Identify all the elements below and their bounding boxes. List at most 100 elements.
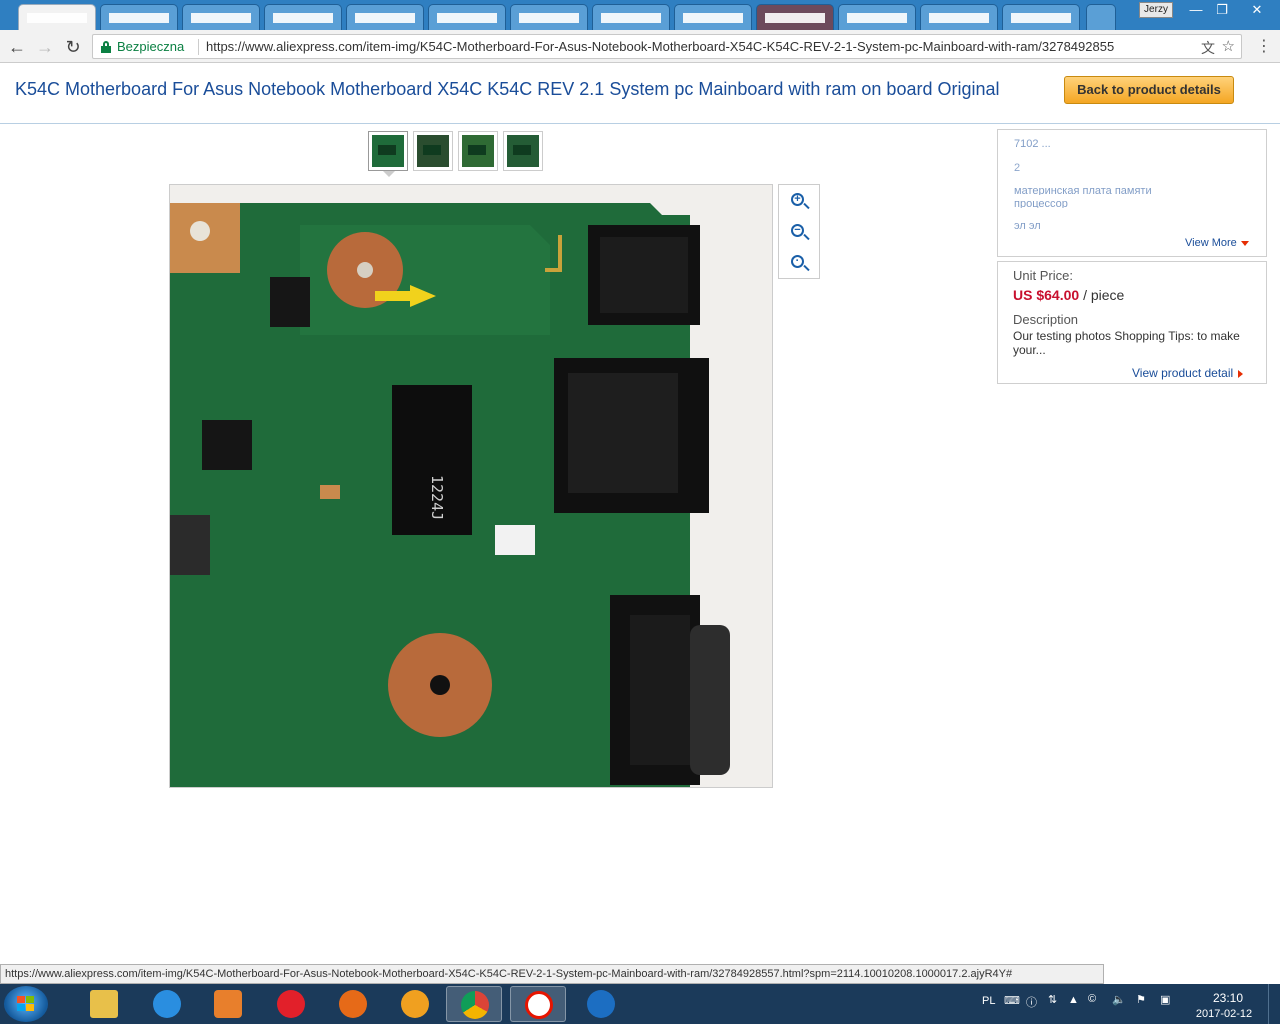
divider (198, 39, 199, 55)
browser-tab[interactable] (838, 4, 916, 30)
minimize-button[interactable]: — (1182, 0, 1210, 20)
reload-icon[interactable]: ↻ (62, 36, 84, 58)
caret-down-icon (1240, 240, 1249, 246)
browser-tab[interactable] (346, 4, 424, 30)
opera-icon[interactable] (263, 986, 319, 1022)
bookmark-star-icon[interactable]: ☆ (1222, 37, 1235, 55)
redacted-tab-title (929, 13, 989, 23)
forward-arrow-icon[interactable]: → (34, 36, 56, 58)
browser-tab[interactable] (100, 4, 178, 30)
secure-label: Bezpieczna (117, 39, 185, 54)
browser-tab[interactable] (510, 4, 588, 30)
view-more-link[interactable]: View More (1185, 237, 1249, 249)
volume-icon[interactable]: 🔈 (1112, 993, 1126, 1006)
spec-line: 7102 ... (1014, 138, 1051, 148)
thumbnail[interactable] (368, 131, 408, 171)
new-tab-button[interactable] (1086, 4, 1116, 30)
price-box: Unit Price: US $64.00 / piece Descriptio… (997, 261, 1267, 384)
caret-right-icon (1238, 369, 1244, 378)
divider (0, 123, 1280, 124)
back-to-product-button[interactable]: Back to product details (1064, 76, 1234, 104)
specs-box: 7102 ... 2 материнская плата памяти проц… (997, 129, 1267, 257)
browser-tab-strip: Jerzy — ❐ ✕ (0, 0, 1280, 30)
helm-app-icon[interactable] (387, 986, 443, 1022)
zoom-controls: + − · (778, 184, 820, 279)
close-window-button[interactable]: ✕ (1238, 0, 1276, 20)
redacted-tab-title (601, 13, 661, 23)
redacted-tab-title (519, 13, 579, 23)
description-text: Our testing photos Shopping Tips: to mak… (1013, 329, 1240, 357)
browser-tab[interactable] (182, 4, 260, 30)
browser-tab[interactable] (674, 4, 752, 30)
view-detail-label: View product detail (1132, 366, 1234, 380)
keyboard-icon[interactable]: ⌨ (1004, 994, 1020, 1007)
spec-line: материнская плата памяти (1014, 185, 1152, 195)
url-text[interactable]: https://www.aliexpress.com/item-img/K54C… (206, 39, 1191, 54)
network-icon[interactable]: ▣ (1160, 993, 1170, 1006)
redacted-tab-title (683, 13, 743, 23)
ccleaner-icon[interactable] (573, 986, 629, 1022)
browser-tab[interactable] (592, 4, 670, 30)
usb-icon[interactable]: ⇅ (1048, 993, 1057, 1006)
back-arrow-icon[interactable]: ← (6, 36, 28, 58)
view-product-detail-link[interactable]: View product detail (1132, 366, 1244, 380)
description-label: Description (1013, 312, 1079, 327)
view-more-label: View More (1185, 237, 1237, 249)
price-unit: / piece (1083, 287, 1125, 303)
spec-line: эл эл (1014, 220, 1041, 230)
taskbar: PL ⌨ ⓘ ⇅ ▲ © 🔈 ⚑ ▣ (0, 984, 1280, 1024)
selected-thumbnail-caret (383, 171, 395, 177)
zoom-in-icon[interactable]: + (788, 191, 812, 215)
language-indicator[interactable]: PL (982, 995, 995, 1007)
thumbnail[interactable] (458, 131, 498, 171)
chrome-icon[interactable] (446, 986, 502, 1022)
action-center-flag-icon[interactable]: ⚑ (1136, 993, 1146, 1006)
media-player-icon[interactable] (200, 986, 256, 1022)
show-desktop-button[interactable] (1268, 984, 1280, 1024)
unit-price-label: Unit Price: (1013, 268, 1073, 283)
redacted-tab-title (273, 13, 333, 23)
show-hidden-icons-icon[interactable]: ▲ (1068, 994, 1079, 1006)
maximize-button[interactable]: ❐ (1208, 0, 1236, 20)
unit-price: US $64.00 / piece (1013, 287, 1124, 303)
browser-tab[interactable] (428, 4, 506, 30)
browser-tab[interactable] (920, 4, 998, 30)
redacted-tab-title (27, 13, 87, 23)
browser-tab[interactable] (1002, 4, 1080, 30)
lock-icon (101, 41, 111, 53)
firefox-icon[interactable] (325, 986, 381, 1022)
internet-explorer-icon[interactable] (139, 986, 195, 1022)
file-explorer-icon[interactable] (76, 986, 132, 1022)
tray-app-icon[interactable]: © (1088, 993, 1096, 1005)
browser-menu-icon[interactable]: ⋮ (1256, 36, 1272, 56)
zoom-reset-icon[interactable]: · (788, 253, 812, 277)
redacted-tab-title (437, 13, 497, 23)
zoom-out-icon[interactable]: − (788, 222, 812, 246)
redacted-tab-title (191, 13, 251, 23)
address-bar[interactable]: Bezpieczna https://www.aliexpress.com/it… (92, 34, 1242, 59)
redacted-tab-title (765, 13, 825, 23)
translate-icon[interactable]: 文 (1201, 38, 1215, 58)
browser-toolbar: ← → ↻ Bezpieczna https://www.aliexpress.… (0, 30, 1280, 63)
start-button[interactable] (4, 986, 48, 1022)
browser-tab[interactable] (18, 4, 96, 30)
browser-tab[interactable] (264, 4, 342, 30)
price-amount: US $64.00 (1013, 287, 1080, 303)
status-url-bubble: https://www.aliexpress.com/item-img/K54C… (0, 964, 1104, 984)
thumbnail[interactable] (503, 131, 543, 171)
redacted-tab-title (1011, 13, 1071, 23)
windows-logo-icon (17, 996, 35, 1012)
yandex-icon[interactable] (510, 986, 566, 1022)
redacted-tab-title (847, 13, 907, 23)
product-photo[interactable]: 1224J (169, 184, 773, 788)
clock-time[interactable]: 23:10 (1210, 991, 1246, 1005)
clock-date[interactable]: 2017-02-12 (1192, 1008, 1256, 1020)
spec-line: 2 (1014, 162, 1021, 172)
redacted-tab-title (109, 13, 169, 23)
spec-line: процессор (1014, 198, 1068, 208)
browser-tab[interactable] (756, 4, 834, 30)
profile-button[interactable]: Jerzy (1139, 2, 1173, 18)
thumbnail[interactable] (413, 131, 453, 171)
help-icon[interactable]: ⓘ (1026, 994, 1037, 1010)
redacted-tab-title (355, 13, 415, 23)
